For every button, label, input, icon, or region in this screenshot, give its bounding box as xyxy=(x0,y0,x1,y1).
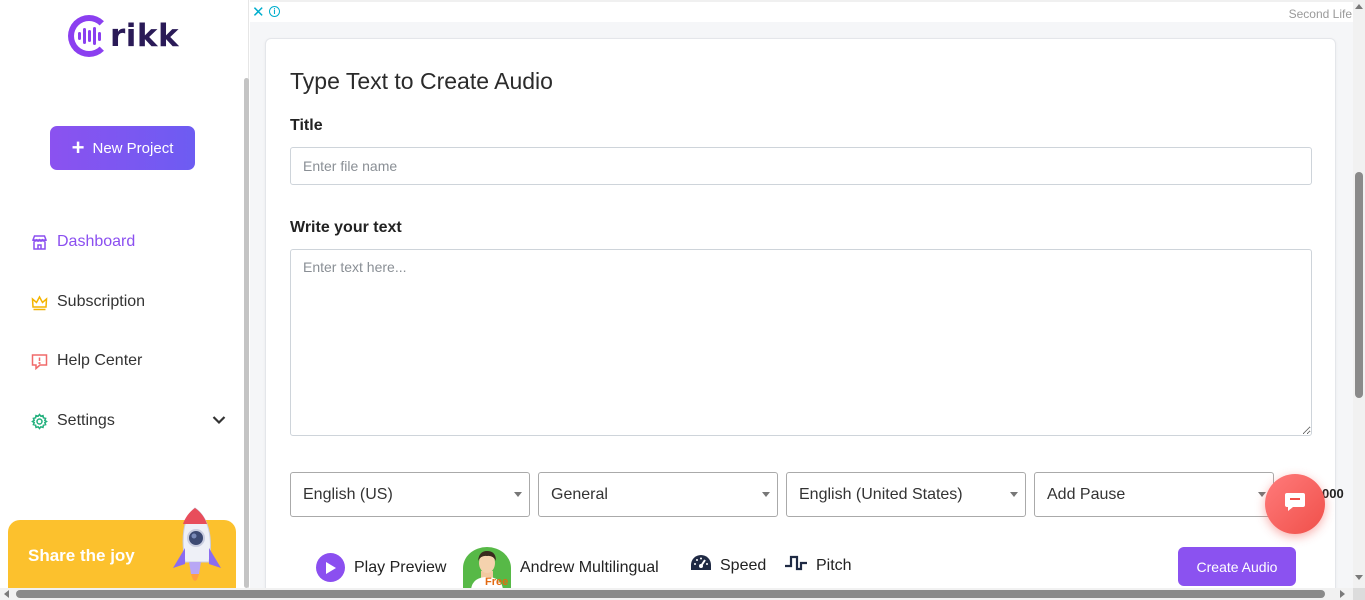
crown-icon xyxy=(31,294,48,311)
create-audio-button[interactable]: Create Audio xyxy=(1178,547,1296,586)
sidebar-item-dashboard[interactable]: Dashboard xyxy=(31,233,226,251)
title-input[interactable] xyxy=(290,147,1312,185)
play-preview-button[interactable]: Play Preview xyxy=(316,553,446,582)
speed-label: Speed xyxy=(720,556,767,574)
chevron-down-icon[interactable] xyxy=(212,412,226,430)
ad-close-icon[interactable]: ✕ xyxy=(252,3,265,21)
ad-bar: ✕ i Second Life xyxy=(250,3,1354,23)
vertical-scroll-thumb[interactable] xyxy=(1355,172,1363,398)
create-audio-card: Type Text to Create Audio Title Write yo… xyxy=(265,38,1344,598)
language-select-value: English (US) xyxy=(303,485,393,503)
scrollbar-corner xyxy=(1353,588,1365,600)
storefront-icon xyxy=(31,234,48,251)
sidebar-item-label: Help Center xyxy=(57,352,143,369)
voice-selector[interactable]: Free Andrew Multilingual xyxy=(463,547,659,589)
caret-down-icon xyxy=(514,492,522,497)
app-root: rikk + New Project Dashboard Subscriptio… xyxy=(0,0,1365,600)
chat-bubble-icon xyxy=(1284,492,1306,517)
sidebar-item-label: Dashboard xyxy=(57,233,136,250)
locale-select-value: English (United States) xyxy=(799,485,963,503)
scroll-up-icon[interactable] xyxy=(1355,4,1363,9)
sidebar-item-settings[interactable]: Settings xyxy=(31,412,226,430)
pause-select-value: Add Pause xyxy=(1047,485,1126,503)
sidebar-item-subscription[interactable]: Subscription xyxy=(31,293,226,311)
sidebar-item-label: Subscription xyxy=(57,293,146,310)
new-project-label: New Project xyxy=(92,139,174,157)
caret-down-icon xyxy=(1010,492,1018,497)
caret-down-icon xyxy=(762,492,770,497)
new-project-button[interactable]: + New Project xyxy=(50,126,195,170)
logo[interactable]: rikk xyxy=(68,15,179,57)
voice-name: Andrew Multilingual xyxy=(520,559,659,576)
title-label: Title xyxy=(290,117,323,134)
ad-info-icon[interactable]: i xyxy=(269,6,280,17)
voice-avatar: Free xyxy=(463,547,511,589)
horizontal-scrollbar[interactable] xyxy=(0,588,1353,600)
speed-control[interactable]: Speed xyxy=(690,554,766,577)
scroll-right-icon[interactable] xyxy=(1340,590,1345,598)
vertical-scrollbar[interactable] xyxy=(1353,0,1365,588)
logo-text: rikk xyxy=(110,18,180,54)
plus-icon: + xyxy=(71,135,85,160)
pause-select[interactable]: Add Pause xyxy=(1034,472,1274,517)
chat-button[interactable] xyxy=(1265,474,1325,534)
share-the-joy-banner[interactable]: Share the joy xyxy=(8,507,236,588)
page-title: Type Text to Create Audio xyxy=(290,68,553,94)
write-text-label: Write your text xyxy=(290,219,402,236)
scroll-down-icon[interactable] xyxy=(1355,575,1363,580)
locale-select[interactable]: English (United States) xyxy=(786,472,1026,517)
logo-mark-icon xyxy=(68,15,110,57)
scroll-left-icon[interactable] xyxy=(4,590,9,598)
text-input[interactable] xyxy=(290,249,1312,436)
style-select-value: General xyxy=(551,485,608,503)
language-select[interactable]: English (US) xyxy=(290,472,530,517)
alert-chat-icon xyxy=(31,353,48,370)
free-badge: Free xyxy=(485,576,509,588)
top-divider xyxy=(250,0,1365,2)
play-icon xyxy=(316,553,345,582)
gear-icon xyxy=(31,412,48,430)
character-counter: 000 xyxy=(1322,486,1344,501)
play-preview-label: Play Preview xyxy=(354,558,447,576)
sidebar: rikk + New Project Dashboard Subscriptio… xyxy=(0,0,249,588)
sidebar-item-help-center[interactable]: Help Center xyxy=(31,352,226,370)
share-label: Share the joy xyxy=(28,546,135,565)
pitch-label: Pitch xyxy=(816,556,852,574)
style-select[interactable]: General xyxy=(538,472,778,517)
pitch-control[interactable]: Pitch xyxy=(784,554,852,577)
ad-label[interactable]: Second Life xyxy=(1289,7,1352,21)
horizontal-scroll-thumb[interactable] xyxy=(16,590,1325,598)
pitch-wave-icon xyxy=(784,554,808,577)
sidebar-item-label: Settings xyxy=(57,412,115,429)
sidebar-scrollbar[interactable] xyxy=(244,78,249,588)
rocket-icon xyxy=(163,504,233,593)
speedometer-icon xyxy=(690,554,712,577)
